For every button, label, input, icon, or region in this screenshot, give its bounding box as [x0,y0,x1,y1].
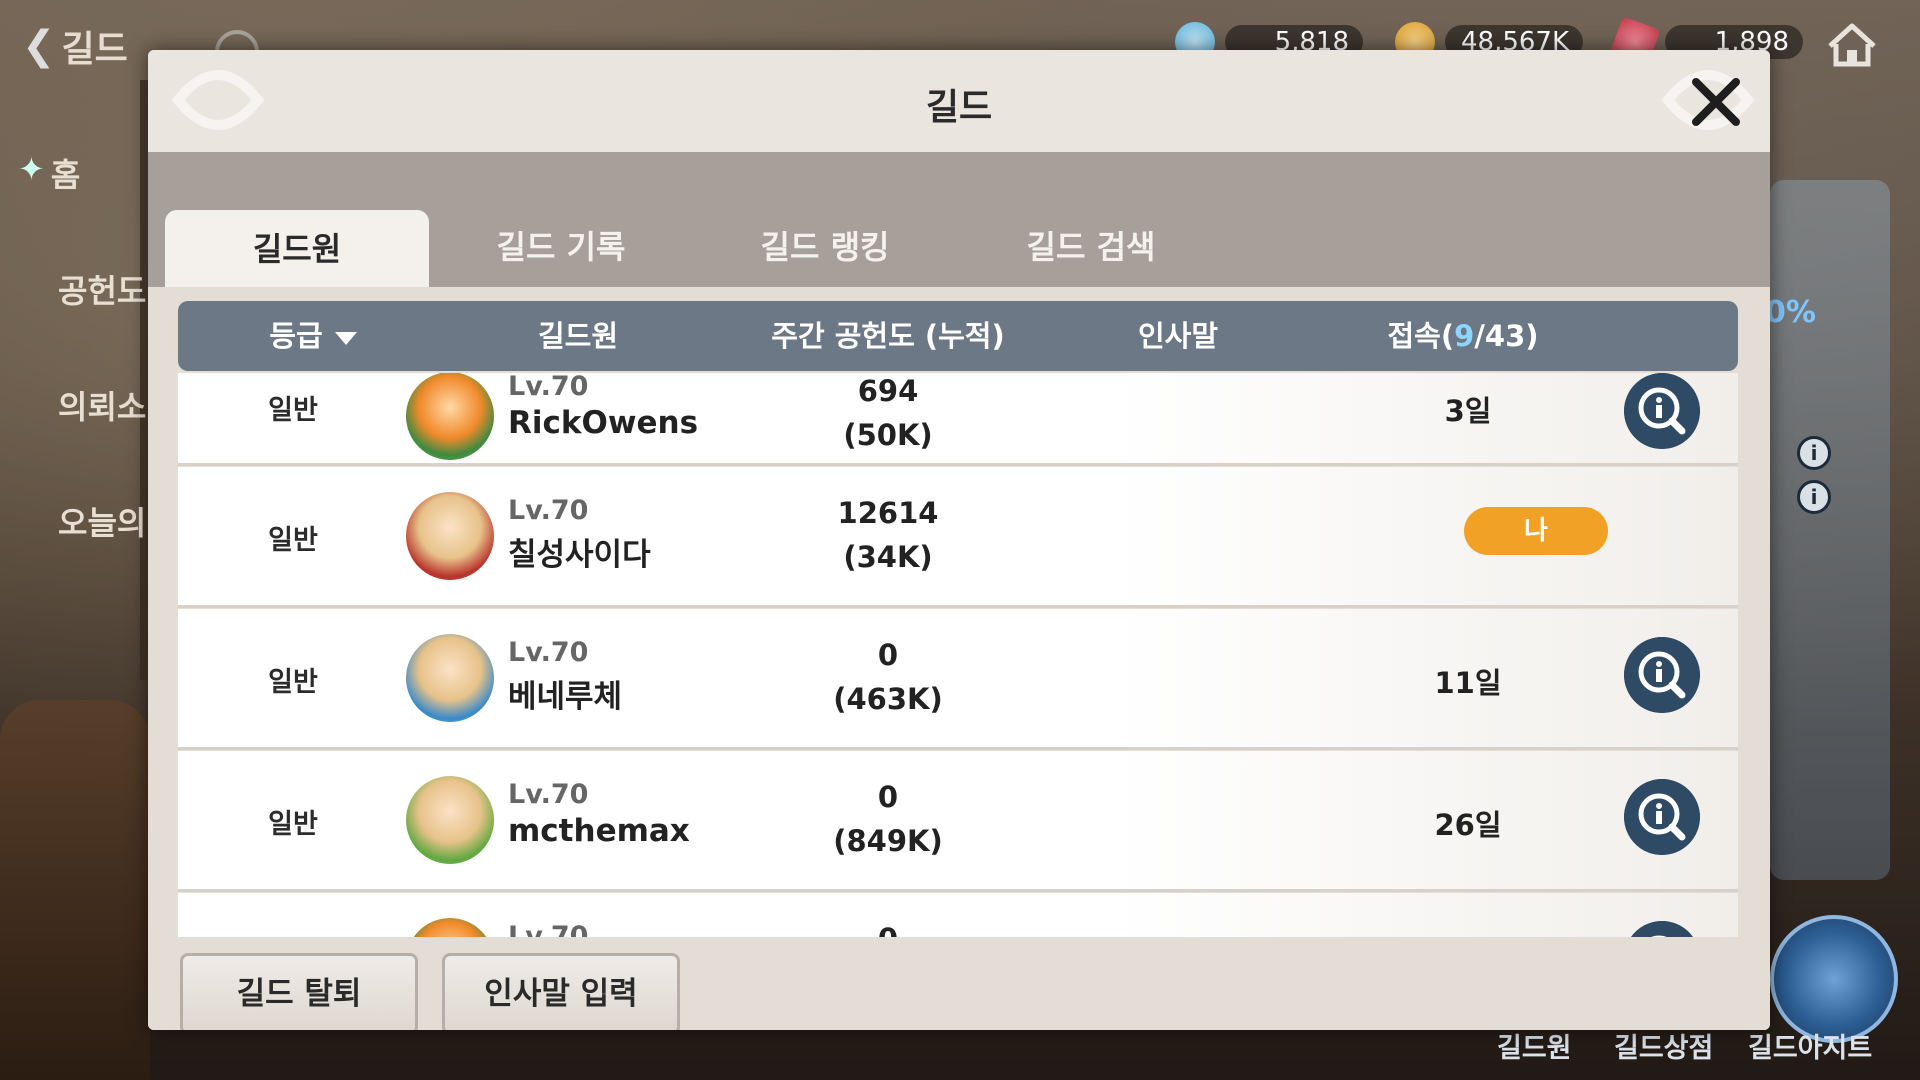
modal-title: 길드 [925,87,993,128]
table-header: 등급 길드원 주간 공헌도 (누적) 인사말 접속(9/43) [178,301,1738,371]
side-menu: ✦ 홈 공헌도 의뢰소 오늘의 [18,150,146,614]
member-name: 칠성사이다 [508,537,651,573]
home-icon[interactable] [1826,22,1878,68]
bottom-nav-members[interactable]: 길드원 [1497,1026,1572,1065]
header-access: 접속(9/43) [1387,319,1539,353]
member-level: Lv.70 [508,921,589,937]
bottom-nav-guild-hideout[interactable]: 길드아지트 [1748,1026,1872,1065]
leave-guild-button[interactable]: 길드 탈퇴 [180,953,418,1030]
member-row[interactable]: 일반 Lv.70 RickOwens 694 (50K) 3일 [178,373,1738,466]
info-icon[interactable]: i [1797,436,1831,470]
member-name: 베네루체 [508,679,623,715]
sparkle-icon: ✦ [18,150,45,188]
member-list-panel: 등급 길드원 주간 공헌도 (누적) 인사말 접속(9/43) 일반 Lv.70… [148,287,1770,937]
member-row[interactable]: 일반 Lv.70 mcthemax 0 (849K) 26일 [178,751,1738,892]
member-level: Lv.70 [508,495,589,526]
member-contribution: 12614 (34K) [837,496,939,574]
member-contribution: 694 (50K) [843,374,933,452]
member-last-access: 11일 [1434,666,1502,700]
info-icon[interactable]: i [1797,480,1831,514]
tab-bar: 길드원 길드 기록 길드 랭킹 길드 검색 [148,152,1770,287]
tab-members[interactable]: 길드원 [165,210,429,287]
member-row[interactable]: Lv.70 0 [178,893,1738,937]
member-name: RickOwens [508,405,699,441]
header-greeting: 인사말 [1137,319,1219,353]
orange-hair-avatar [406,918,494,937]
tab-guild-log[interactable]: 길드 기록 [429,208,693,287]
red-frame-avatar [406,492,494,580]
member-level: Lv.70 [508,779,589,810]
member-contribution: 0 [788,917,988,937]
right-side-panel [1770,180,1890,880]
member-last-access: 26일 [1434,808,1502,842]
header-weekly-contribution: 주간 공헌도 (누적) [771,319,1005,353]
member-rows: 일반 Lv.70 RickOwens 694 (50K) 3일 일반 Lv.70 … [178,373,1738,937]
side-menu-item-home[interactable]: ✦ 홈 [18,150,146,266]
modal-footer: 길드 탈퇴 인사말 입력 [148,937,1770,1030]
progress-percent: 0% [1765,295,1816,330]
header-member: 길드원 [537,319,619,353]
member-contribution: 0 (849K) [833,780,943,858]
member-info-icon[interactable] [1624,921,1700,937]
side-menu-item-request[interactable]: 의뢰소 [18,382,146,498]
member-info-icon[interactable] [1624,373,1700,449]
member-rank: 일반 [268,395,318,426]
side-menu-item-contribution[interactable]: 공헌도 [18,266,146,382]
tab-guild-search[interactable]: 길드 검색 [959,208,1223,287]
back-button[interactable]: ❮ 길드 [22,20,128,72]
member-info-icon[interactable] [1624,637,1700,713]
background-chair [0,700,150,1080]
enter-greeting-button[interactable]: 인사말 입력 [442,953,680,1030]
member-rank: 일반 [268,667,318,698]
sort-down-icon [334,331,357,345]
member-row-me[interactable]: 일반 Lv.70 칠성사이다 12614 (34K) 나 [178,467,1738,608]
bottom-nav-guild-shop[interactable]: 길드상점 [1614,1026,1713,1065]
member-row[interactable]: 일반 Lv.70 베네루체 0 (463K) 11일 [178,609,1738,750]
blue-frame-avatar [406,634,494,722]
green-frame-avatar [406,776,494,864]
guild-modal: 길드 길드원 길드 기록 길드 랭킹 길드 검색 등급 길드원 주간 공헌도 (… [148,50,1770,1030]
tab-guild-ranking[interactable]: 길드 랭킹 [693,208,957,287]
chevron-left-icon: ❮ [22,23,56,69]
guild-hideout-emblem-icon[interactable] [1770,915,1898,1043]
member-name: mcthemax [508,813,690,849]
side-menu-item-today[interactable]: 오늘의 [18,498,146,614]
member-level: Lv.70 [508,637,589,668]
member-info-icon[interactable] [1624,779,1700,855]
close-icon[interactable] [1686,72,1746,132]
member-contribution: 0 (463K) [833,638,943,716]
orange-hair-avatar [406,373,494,460]
member-last-access: 3일 [1444,394,1492,428]
member-level: Lv.70 [508,373,589,402]
header-rank[interactable]: 등급 [238,301,388,371]
member-rank: 일반 [268,809,318,840]
modal-header: 길드 [148,50,1770,152]
member-rank: 일반 [268,525,318,556]
back-label: 길드 [61,29,128,70]
me-badge: 나 [1464,507,1608,555]
